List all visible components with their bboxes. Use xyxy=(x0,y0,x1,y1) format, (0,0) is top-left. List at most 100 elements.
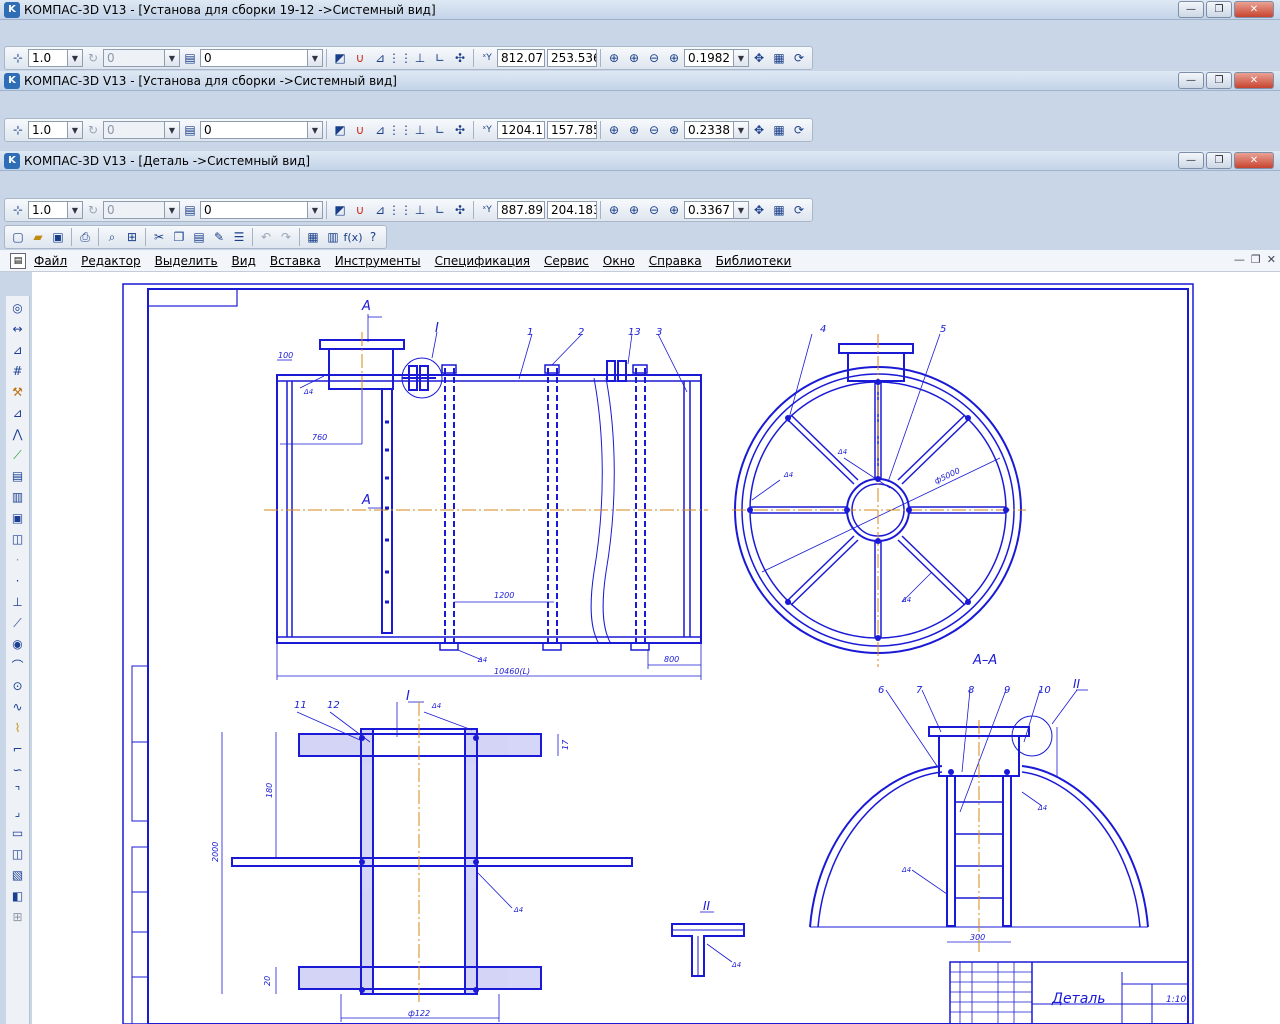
snap-magnet-icon[interactable]: ∪ xyxy=(350,120,370,140)
geometry-icon[interactable]: ◎ xyxy=(8,299,28,317)
zoom-combo[interactable]: 0.3367 ▼ xyxy=(684,201,749,219)
cut-icon[interactable]: ✂ xyxy=(149,227,169,247)
zoom-combo[interactable]: 0.2338 ▼ xyxy=(684,121,749,139)
ortho-icon[interactable]: ∟ xyxy=(430,120,450,140)
minimize-icon[interactable]: — xyxy=(1178,72,1204,89)
print-icon[interactable]: ⎙ xyxy=(75,227,95,247)
step-icon[interactable]: ⊹ xyxy=(8,200,28,220)
dimensions-icon[interactable]: ↔ xyxy=(8,320,28,338)
minimize-icon[interactable]: — xyxy=(1178,1,1204,18)
chevron-down-icon[interactable]: ▼ xyxy=(68,201,83,219)
designations-icon[interactable]: ⊿ xyxy=(8,341,28,359)
curve-icon[interactable]: ⌐ xyxy=(8,740,28,758)
snap-magnet-icon[interactable]: ∪ xyxy=(350,200,370,220)
chevron-down-icon[interactable]: ▼ xyxy=(308,201,323,219)
zoom-combo[interactable]: 0.1982 ▼ xyxy=(684,49,749,67)
ellipse-icon[interactable]: ⊙ xyxy=(8,677,28,695)
arc-icon[interactable]: ⌒ xyxy=(8,656,28,674)
collapse-icon[interactable]: ⊞ xyxy=(8,908,28,926)
tree-icon[interactable]: ☰ xyxy=(229,227,249,247)
zoom-scale-icon[interactable]: ⊕ xyxy=(664,48,684,68)
zoom-field[interactable]: 0.2338 xyxy=(684,121,734,139)
round-icon[interactable]: ⊿ xyxy=(370,120,390,140)
pan-icon[interactable]: ✥ xyxy=(749,200,769,220)
zoom-out-icon[interactable]: ⊖ xyxy=(644,48,664,68)
show-all-icon[interactable]: ▦ xyxy=(769,200,789,220)
restore-icon[interactable]: ❐ xyxy=(1251,253,1261,266)
new-document-icon[interactable]: ▢ xyxy=(8,227,28,247)
close-icon[interactable]: ✕ xyxy=(1234,72,1274,89)
layer-icon[interactable]: ▤ xyxy=(180,120,200,140)
restore-icon[interactable]: ❐ xyxy=(1206,152,1232,169)
chevron-down-icon[interactable]: ▼ xyxy=(68,121,83,139)
cursor-coords-icon[interactable]: ✣ xyxy=(450,200,470,220)
zoom-scale-icon[interactable]: ⊕ xyxy=(664,200,684,220)
chevron-down-icon[interactable]: ▼ xyxy=(308,49,323,67)
aux-line-icon[interactable]: ⊥ xyxy=(8,593,28,611)
menu-tools[interactable]: Инструменты xyxy=(335,254,421,268)
layer-field[interactable]: 0 xyxy=(200,121,308,139)
restore-icon[interactable]: ❐ xyxy=(1206,72,1232,89)
menu-view[interactable]: Вид xyxy=(232,254,256,268)
step-field[interactable]: 1.0 xyxy=(28,49,68,67)
cursor-x-field[interactable]: 1204.1 xyxy=(497,121,545,139)
window-2-titlebar[interactable]: K КОМПАС-3D V13 - [Установа для сборки -… xyxy=(0,71,1280,91)
spline-icon[interactable]: ∿ xyxy=(8,698,28,716)
snap-magnet-icon[interactable]: ∪ xyxy=(350,48,370,68)
local-cs-icon[interactable]: ⊥ xyxy=(410,48,430,68)
zoom-out-icon[interactable]: ⊖ xyxy=(644,120,664,140)
pan-icon[interactable]: ✥ xyxy=(749,48,769,68)
document-icon[interactable]: ▤ xyxy=(10,252,26,269)
cursor-x-field[interactable]: 812.07 xyxy=(497,49,545,67)
round-icon[interactable]: ⊿ xyxy=(370,48,390,68)
menu-specification[interactable]: Спецификация xyxy=(435,254,530,268)
layer-combo[interactable]: 0 ▼ xyxy=(200,121,323,139)
step-field[interactable]: 1.0 xyxy=(28,201,68,219)
ortho-icon[interactable]: ∟ xyxy=(430,200,450,220)
segment-icon[interactable]: ⟋ xyxy=(8,614,28,632)
restore-icon[interactable]: ❐ xyxy=(1206,1,1232,18)
measure-icon[interactable]: ⊿ xyxy=(8,404,28,422)
window-1-titlebar[interactable]: K КОМПАС-3D V13 - [Установа для сборки 1… xyxy=(0,0,1280,20)
open-folder-icon[interactable]: ▰ xyxy=(28,227,48,247)
chevron-down-icon[interactable]: ▼ xyxy=(734,121,749,139)
layer-field[interactable]: 0 xyxy=(200,49,308,67)
layer-combo[interactable]: 0 ▼ xyxy=(200,49,323,67)
variables-icon[interactable]: ▥ xyxy=(323,227,343,247)
step-field[interactable]: 1.0 xyxy=(28,121,68,139)
chamfer-icon[interactable]: ⌝ xyxy=(8,782,28,800)
zoom-field[interactable]: 0.1982 xyxy=(684,49,734,67)
local-cs-icon[interactable]: ⊥ xyxy=(410,200,430,220)
show-all-icon[interactable]: ▦ xyxy=(769,48,789,68)
refresh-icon[interactable]: ⟳ xyxy=(789,120,809,140)
parametrization-icon[interactable]: ⚒ xyxy=(8,383,28,401)
preview-icon[interactable]: ⌕ xyxy=(102,227,122,247)
spec-icon[interactable]: ⟋ xyxy=(8,446,28,464)
chevron-down-icon[interactable]: ▼ xyxy=(734,201,749,219)
drawing-canvas[interactable]: А А I А–А I II II 1 2 13 3 4 5 6 7 8 9 1… xyxy=(32,272,1280,1024)
zoom-frame-icon[interactable]: ⊕ xyxy=(604,120,624,140)
point-icon[interactable]: · xyxy=(8,572,28,590)
menu-editor[interactable]: Редактор xyxy=(81,254,140,268)
rectangle-icon[interactable]: ▭ xyxy=(8,824,28,842)
help-icon[interactable]: ? xyxy=(363,227,383,247)
menu-file[interactable]: Файл xyxy=(34,254,67,268)
grid-icon[interactable]: ⋮⋮ xyxy=(388,200,412,220)
step-combo[interactable]: 1.0 ▼ xyxy=(28,121,83,139)
layer-icon[interactable]: ▤ xyxy=(180,48,200,68)
minimize-icon[interactable]: — xyxy=(1178,152,1204,169)
reports-icon[interactable]: ▤ xyxy=(8,467,28,485)
local-cs-icon[interactable]: ⊥ xyxy=(410,120,430,140)
grid-icon[interactable]: ⋮⋮ xyxy=(388,48,412,68)
library-icon[interactable]: ▦ xyxy=(303,227,323,247)
undo-icon[interactable]: ↶ xyxy=(256,227,276,247)
menu-window[interactable]: Окно xyxy=(603,254,635,268)
redo-icon[interactable]: ↷ xyxy=(276,227,296,247)
close-icon[interactable]: ✕ xyxy=(1234,152,1274,169)
copy-icon[interactable]: ❐ xyxy=(169,227,189,247)
filter-icon[interactable]: ◩ xyxy=(330,120,350,140)
polyline-icon[interactable]: ⌇ xyxy=(8,719,28,737)
paste-icon[interactable]: ▤ xyxy=(189,227,209,247)
show-all-icon[interactable]: ▦ xyxy=(769,120,789,140)
refresh-icon[interactable]: ⟳ xyxy=(789,48,809,68)
